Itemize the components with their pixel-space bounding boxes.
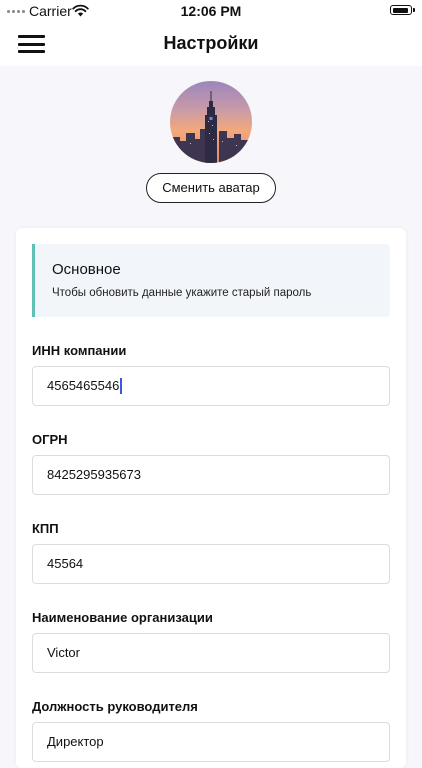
ogrn-value: 8425295935673: [47, 467, 141, 482]
page-title: Настройки: [163, 33, 259, 53]
status-bar: Carrier 12:06 PM: [0, 0, 422, 22]
text-cursor: [120, 377, 123, 394]
inn-label: ИНН компании: [32, 343, 127, 358]
kpp-input[interactable]: 45564: [32, 544, 390, 584]
organization-name-value: Victor: [47, 645, 80, 660]
battery-cap: [413, 8, 415, 12]
change-avatar-button[interactable]: Сменить аватар: [146, 173, 276, 203]
kpp-label: КПП: [32, 521, 59, 536]
section-title: Основное: [52, 261, 121, 278]
settings-card: Основное Чтобы обновить данные укажите с…: [16, 228, 406, 768]
organization-name-label: Наименование организации: [32, 610, 213, 625]
battery-icon: [390, 5, 412, 15]
clock: 12:06 PM: [180, 3, 242, 19]
organization-name-input[interactable]: Victor: [32, 633, 390, 673]
inn-value: 4565465546: [47, 378, 120, 393]
director-position-label: Должность руководителя: [32, 699, 198, 714]
info-notice: Основное Чтобы обновить данные укажите с…: [32, 244, 390, 317]
kpp-value: 45564: [47, 556, 84, 571]
ogrn-input[interactable]: 8425295935673: [32, 455, 390, 495]
avatar: [170, 81, 252, 163]
ogrn-label: ОГРН: [32, 432, 68, 447]
director-position-value: Директор: [47, 734, 104, 749]
director-position-input[interactable]: Директор: [32, 722, 390, 762]
navigation-bar: Настройки: [0, 22, 422, 66]
avatar-city-image: [170, 81, 252, 163]
section-subtitle: Чтобы обновить данные укажите старый пар…: [52, 287, 312, 299]
inn-input[interactable]: 4565465546: [32, 366, 390, 406]
